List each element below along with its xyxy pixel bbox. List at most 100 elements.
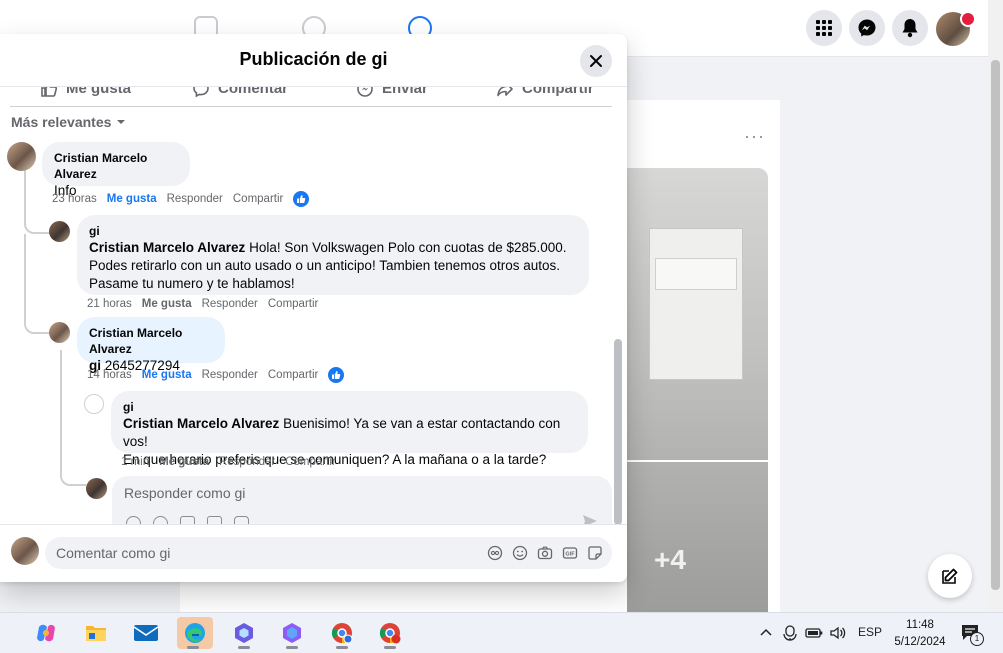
comment-text: Podes retirarlo con un auto usado o un a… [89, 258, 561, 273]
svg-text:GIF: GIF [565, 552, 575, 558]
clock-date: 5/12/2024 [894, 636, 946, 648]
camera-icon[interactable] [537, 545, 553, 561]
avatar[interactable] [84, 394, 104, 414]
edge-icon [185, 623, 205, 643]
comment-bubble: Cristian Marcelo Alvarez gi 2645277294 [77, 317, 225, 373]
close-button[interactable] [580, 45, 612, 77]
comment-reply-button[interactable]: Responder [202, 369, 258, 381]
comment-time[interactable]: 1 min [121, 456, 149, 468]
comment-time[interactable]: 21 horas [87, 298, 132, 310]
avatar[interactable] [7, 142, 36, 171]
comment-meta: 1 min Me gusta Responder Compartir [121, 456, 336, 468]
comment-bubble: gi Cristian Marcelo Alvarez Hola! Son Vo… [77, 215, 589, 295]
sort-label: Más relevantes [11, 114, 112, 130]
battery-icon[interactable] [805, 627, 823, 639]
dialog-header: Publicación de gi [0, 34, 627, 87]
new-message-button[interactable] [928, 554, 972, 598]
avatar[interactable] [86, 478, 107, 499]
avatar-sticker-icon[interactable] [487, 545, 503, 561]
taskbar-app-purple[interactable] [276, 617, 308, 649]
mail-icon [133, 625, 159, 641]
language-indicator[interactable]: ESP [858, 625, 882, 639]
clock-time: 11:48 [906, 619, 934, 631]
avatar[interactable] [11, 537, 39, 565]
comment-mention[interactable]: Cristian Marcelo Alvarez [89, 240, 245, 255]
photo-cabinet [649, 228, 743, 380]
comment-meta: 21 horas Me gusta Responder Compartir [87, 298, 318, 310]
bell-icon [902, 19, 918, 38]
comment-bubble: gi Cristian Marcelo Alvarez Buenisimo! Y… [111, 391, 588, 467]
menu-button[interactable] [806, 10, 842, 46]
comment-input[interactable]: Comentar como gi GIF [45, 537, 612, 569]
comment-placeholder: Comentar como gi [56, 545, 171, 561]
gif-icon[interactable]: GIF [562, 545, 578, 561]
sort-dropdown[interactable]: Más relevantes [11, 114, 127, 130]
comment-bubble: Cristian Marcelo Alvarez Info [42, 142, 190, 198]
comment-time[interactable]: 23 horas [52, 193, 97, 205]
page-scrollbar[interactable] [988, 0, 1003, 612]
chrome-icon [331, 623, 353, 644]
avatar[interactable] [49, 322, 70, 343]
comment-author[interactable]: Cristian Marcelo Alvarez [54, 150, 178, 182]
notification-center-button[interactable]: 1 [960, 623, 984, 646]
notification-dot [960, 11, 976, 27]
post-photo[interactable] [627, 168, 768, 612]
caret-down-icon [117, 120, 126, 124]
post-dialog: Me gusta Comentar Enviar Compartir Más r… [0, 34, 627, 582]
folder-icon [86, 626, 106, 641]
comment-mention[interactable]: Cristian Marcelo Alvarez [123, 416, 279, 431]
comment-text: Pasame tu numero y te hablamos! [89, 276, 295, 291]
photo-drawer [655, 258, 737, 290]
like-reaction-icon[interactable] [328, 367, 345, 383]
avatar[interactable] [49, 221, 70, 242]
comment-like-button[interactable]: Me gusta [142, 298, 192, 310]
copilot-icon [37, 624, 55, 642]
taskbar-clock[interactable]: 11:48 5/12/2024 [892, 617, 948, 651]
taskbar-mail[interactable] [130, 617, 162, 649]
chrome-icon [379, 623, 401, 644]
comment-reply-button[interactable]: Responder [202, 298, 258, 310]
sticker-icon[interactable] [587, 545, 603, 561]
notifications-button[interactable] [892, 10, 928, 46]
office-icon [283, 623, 301, 643]
taskbar-chrome-profile[interactable] [326, 617, 358, 649]
page-scrollbar-thumb[interactable] [991, 60, 1000, 590]
taskbar-copilot[interactable] [30, 617, 62, 649]
comment-like-button[interactable]: Me gusta [159, 456, 209, 468]
comment-time[interactable]: 14 horas [87, 369, 132, 381]
comment-text: Hola! Son Volkswagen Polo con cuotas de … [245, 240, 567, 255]
dialog-scrollbar[interactable] [614, 339, 622, 525]
comment-share-button[interactable]: Compartir [268, 369, 318, 381]
taskbar-edge[interactable] [177, 617, 213, 649]
comment-like-button[interactable]: Me gusta [107, 193, 157, 205]
like-reaction-icon[interactable] [293, 191, 310, 207]
comment-meta: 14 horas Me gusta Responder Compartir [87, 367, 345, 383]
taskbar-chrome-b[interactable] [374, 617, 406, 649]
comment-reply-button[interactable]: Responder [167, 193, 223, 205]
thread-line [60, 350, 84, 404]
taskbar-app-blue[interactable] [228, 617, 260, 649]
meet-now-icon[interactable] [783, 625, 797, 641]
dialog-title: Publicación de gi [239, 49, 388, 69]
windows-taskbar: ESP 11:48 5/12/2024 1 [0, 612, 1003, 653]
comment-share-button[interactable]: Compartir [233, 193, 283, 205]
messenger-icon [858, 19, 876, 37]
comment-reply-button[interactable]: Responder [219, 456, 275, 468]
office-icon [235, 623, 253, 643]
taskbar-file-explorer[interactable] [80, 617, 112, 649]
comment-author[interactable]: Cristian Marcelo Alvarez [89, 325, 213, 357]
edit-icon [942, 568, 958, 584]
comment-share-button[interactable]: Compartir [285, 456, 335, 468]
close-icon [590, 55, 602, 67]
thread-line [24, 234, 50, 334]
comment-author[interactable]: gi [123, 399, 576, 415]
comment-share-button[interactable]: Compartir [268, 298, 318, 310]
volume-icon[interactable] [829, 625, 847, 641]
comment-author[interactable]: gi [89, 223, 577, 239]
comment-like-button[interactable]: Me gusta [142, 369, 192, 381]
more-photos-count[interactable]: +4 [654, 544, 686, 576]
emoji-icon[interactable] [512, 545, 528, 561]
chevron-up-icon[interactable] [760, 627, 772, 637]
messenger-button[interactable] [849, 10, 885, 46]
post-options-icon[interactable]: ··· [744, 126, 765, 147]
